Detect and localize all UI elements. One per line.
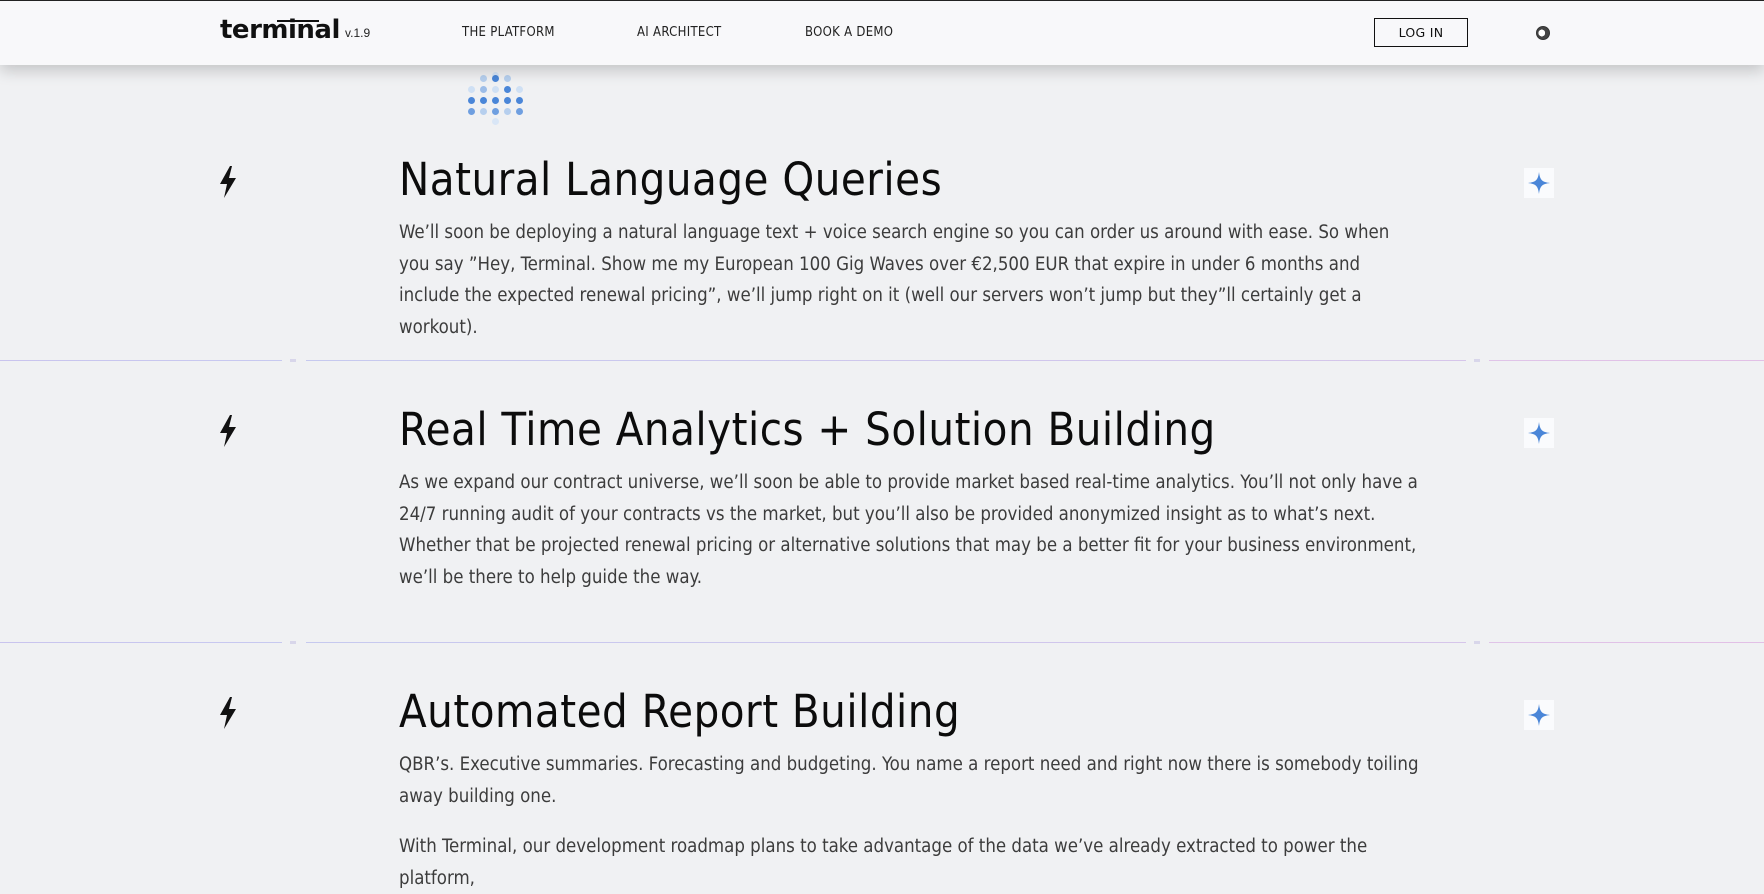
section-title: Real Time Analytics + Solution Building: [399, 403, 1216, 456]
sparkle-icon-box: [1524, 700, 1554, 730]
nav-ai-architect[interactable]: AI ARCHITECT: [637, 25, 722, 40]
sparkle-icon-box: [1524, 168, 1554, 198]
logo-underline: [277, 20, 319, 22]
theme-toggle-icon[interactable]: [1536, 26, 1550, 40]
section-body: QBR’s. Executive summaries. Forecasting …: [399, 754, 1419, 807]
lightning-bolt-icon: [220, 166, 236, 198]
login-button[interactable]: LOG IN: [1374, 18, 1468, 47]
version-label: v.1.9: [345, 26, 371, 40]
section-divider: [0, 641, 1764, 644]
sparkle-icon-box: [1524, 418, 1554, 448]
section-body: We’ll soon be deploying a natural langua…: [399, 222, 1390, 338]
section-title: Automated Report Building: [399, 685, 961, 738]
section-body: As we expand our contract universe, we’l…: [399, 472, 1418, 588]
sparkle-icon: [1528, 172, 1550, 194]
section-body-continued: With Terminal, our development roadmap p…: [399, 836, 1368, 889]
section-divider: [0, 359, 1764, 362]
nav-book-a-demo[interactable]: BOOK A DEMO: [805, 25, 893, 40]
sparkle-icon: [1528, 422, 1550, 444]
section-title: Natural Language Queries: [399, 153, 943, 206]
top-navigation-bar: terminal v.1.9 THE PLATFORM AI ARCHITECT…: [0, 0, 1764, 65]
nav-the-platform[interactable]: THE PLATFORM: [462, 25, 555, 40]
lightning-bolt-icon: [220, 697, 236, 729]
lightning-bolt-icon: [220, 415, 236, 447]
sparkle-icon: [1528, 704, 1550, 726]
